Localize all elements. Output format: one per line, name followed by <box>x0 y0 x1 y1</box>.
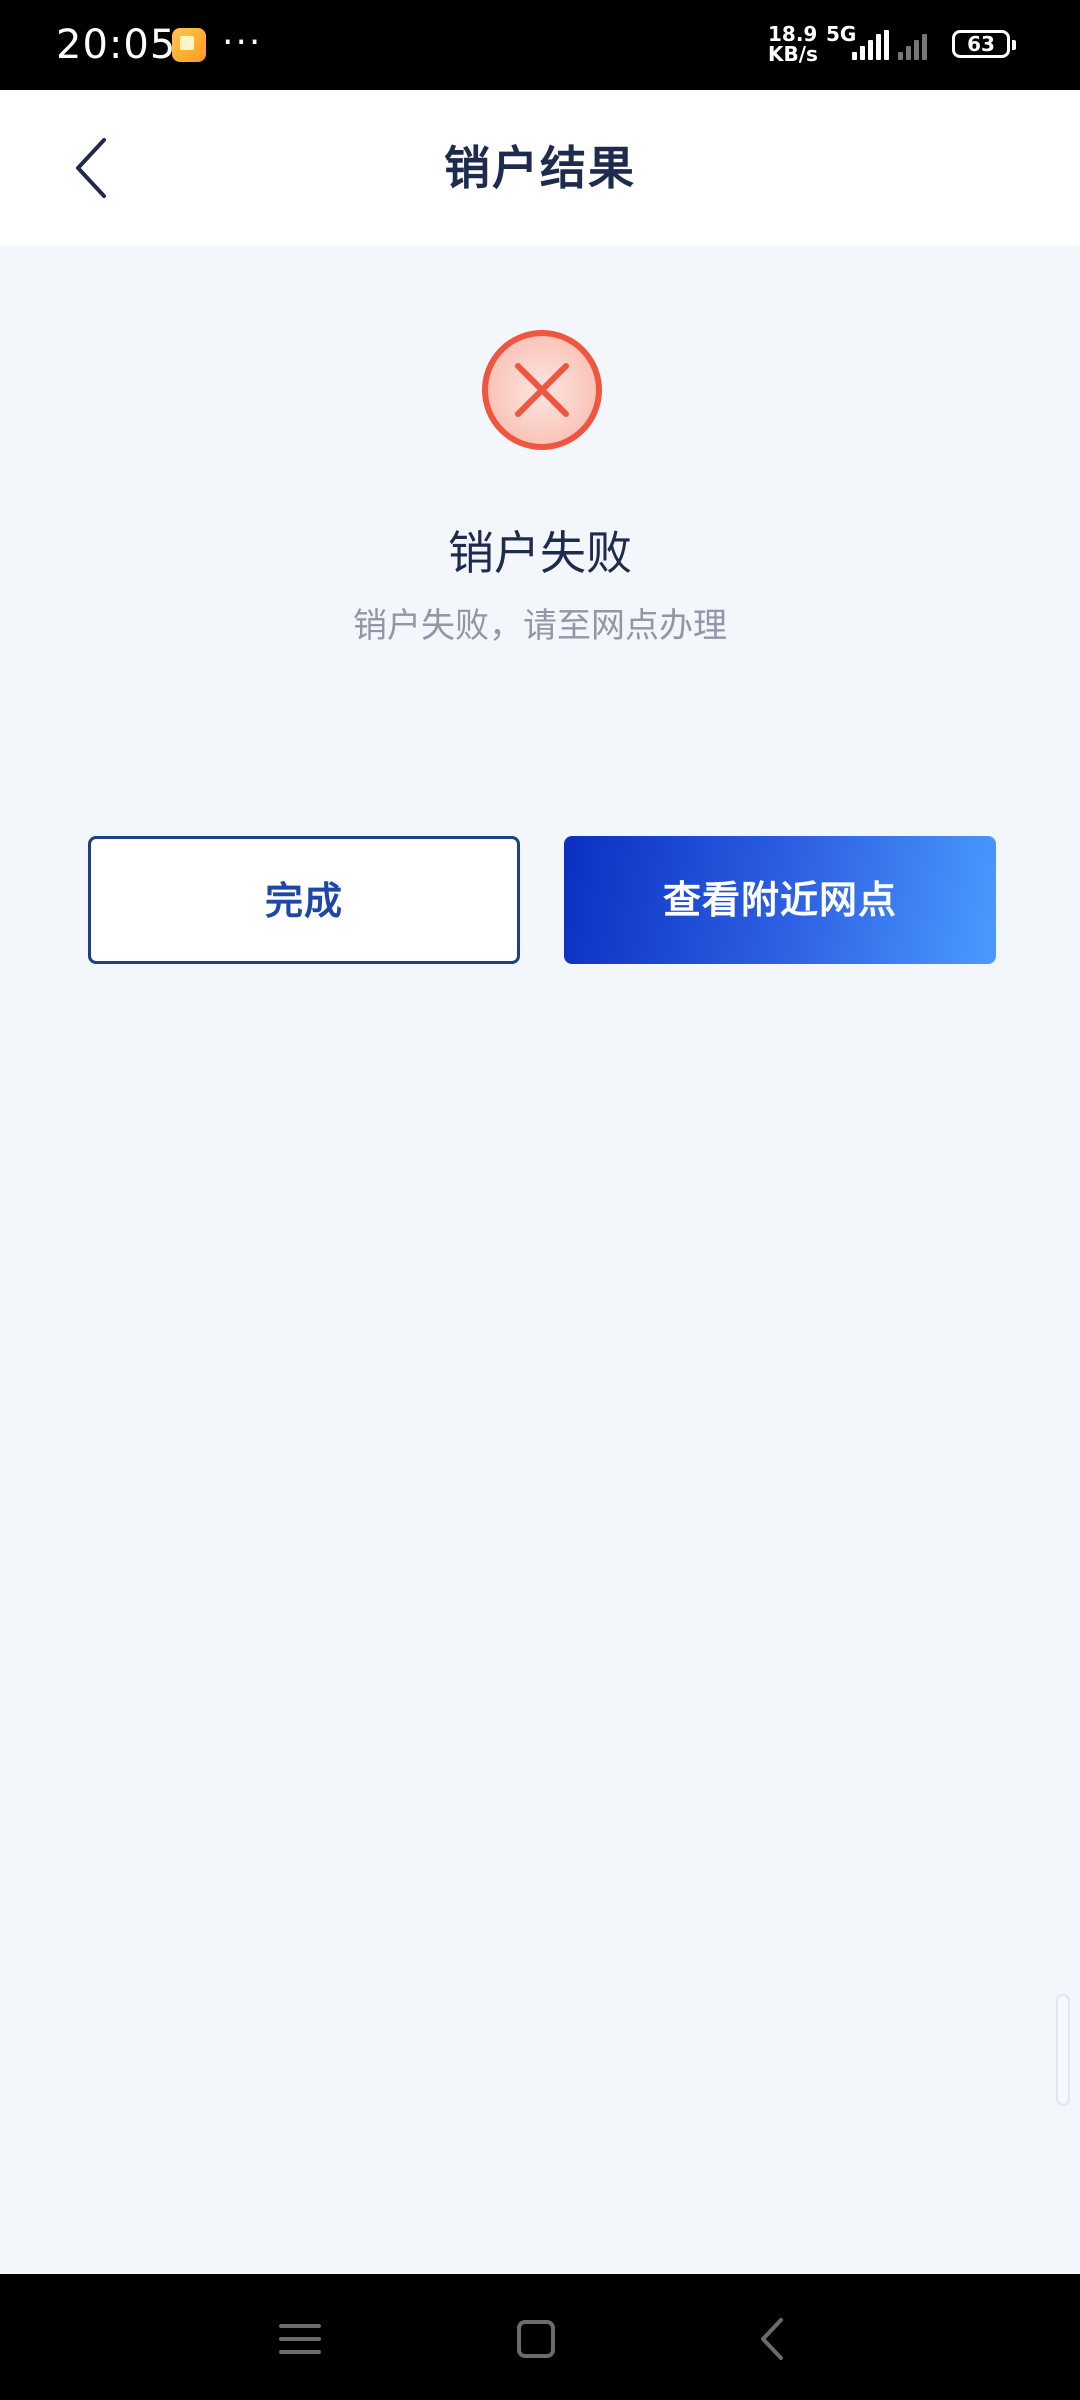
page-title: 销户结果 <box>444 141 636 195</box>
signal-strength-icon <box>852 30 889 60</box>
status-bar: 20:05 ··· 18.9 KB/s 5G 63 <box>0 0 1080 90</box>
battery-icon: 63 <box>952 30 1016 58</box>
nav-menu-button[interactable] <box>265 2304 335 2374</box>
network-speed-value: 18.9 <box>768 22 818 46</box>
page: 20:05 ··· 18.9 KB/s 5G 63 销户结果 销户失败 销户失败… <box>0 0 1080 2400</box>
network-speed-unit: KB/s <box>768 42 818 66</box>
status-time: 20:05 <box>56 22 177 68</box>
menu-icon <box>279 2324 321 2354</box>
gallery-notification-icon <box>172 28 206 62</box>
header: 销户结果 <box>0 90 1080 246</box>
view-nearby-branches-button[interactable]: 查看附近网点 <box>564 836 996 964</box>
error-circle-icon <box>480 328 604 452</box>
more-notifications-icon: ··· <box>222 22 263 63</box>
back-arrow-icon <box>761 2318 783 2360</box>
home-square-icon <box>517 2320 555 2358</box>
network-speed: 18.9 KB/s <box>768 24 818 64</box>
scrollbar-thumb[interactable] <box>1056 1994 1070 2106</box>
done-button[interactable]: 完成 <box>88 836 520 964</box>
nav-home-button[interactable] <box>501 2304 571 2374</box>
signal-strength-secondary-icon <box>898 30 927 60</box>
result-title: 销户失败 <box>448 526 632 580</box>
result-message: 销户失败，请至网点办理 <box>353 606 727 646</box>
navigation-bar <box>0 2274 1080 2400</box>
nav-back-button[interactable] <box>737 2304 807 2374</box>
